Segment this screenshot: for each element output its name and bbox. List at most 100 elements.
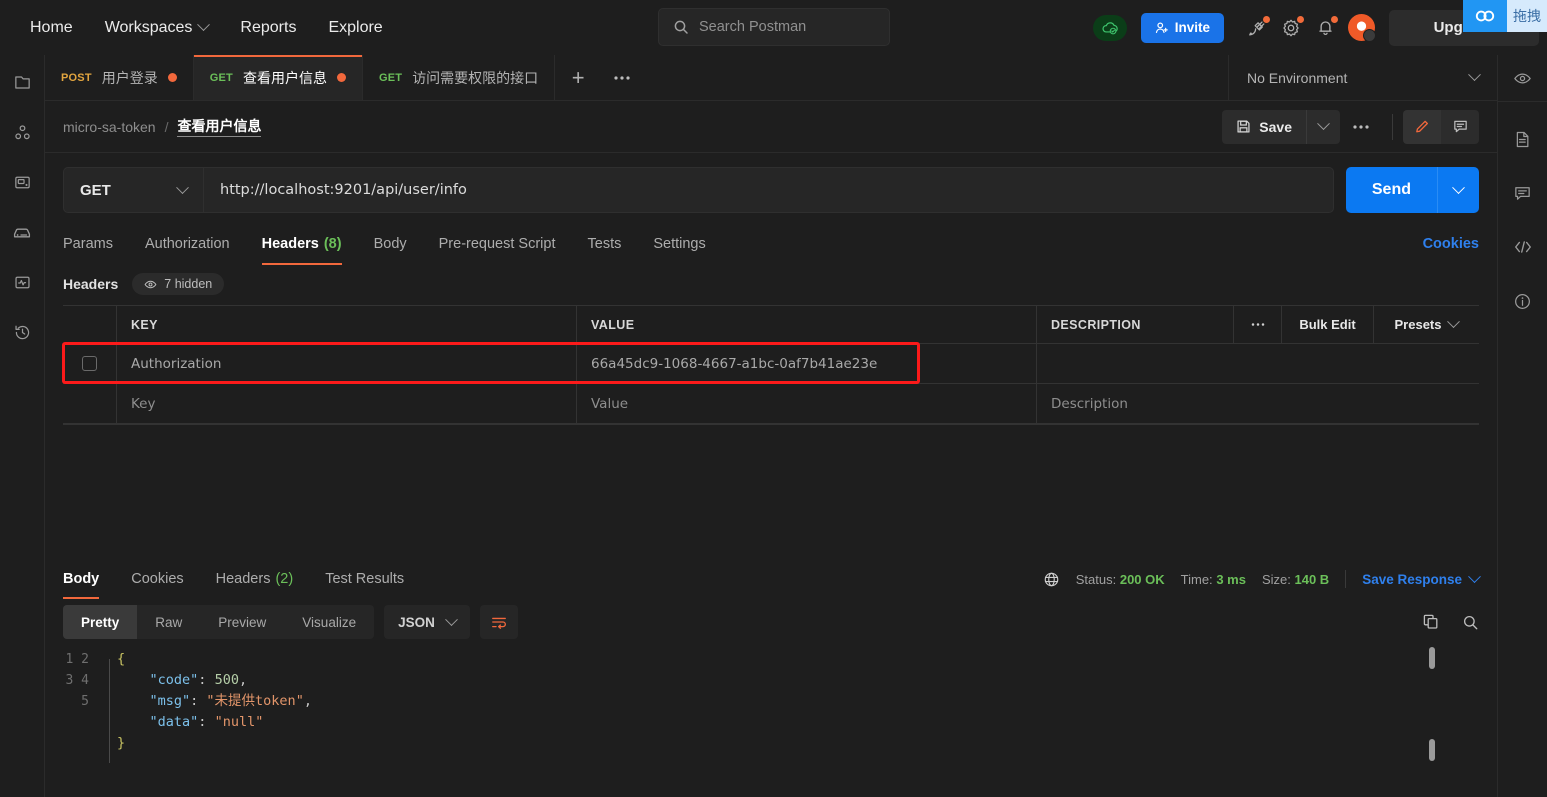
headers-table-options-icon[interactable] xyxy=(1233,306,1281,343)
request-more-options-icon[interactable] xyxy=(1340,110,1382,144)
placeholder-key-cell[interactable]: Key xyxy=(117,384,577,423)
time-label: Time: xyxy=(1180,571,1213,587)
header-checkbox-column xyxy=(63,306,117,343)
divider xyxy=(1345,570,1347,588)
row-description-cell[interactable] xyxy=(1037,344,1479,383)
cloud-sync-icon[interactable] xyxy=(1092,14,1127,41)
column-description: DESCRIPTION xyxy=(1051,317,1141,332)
request-tab-1-name: 查看用户信息 xyxy=(242,70,327,87)
request-tab-2[interactable]: GET 访问需要权限的接口 xyxy=(362,55,556,100)
view-mode-preview[interactable]: Preview xyxy=(200,605,284,639)
monitors-icon[interactable] xyxy=(9,269,35,295)
breadcrumb-current[interactable]: 查看用户信息 xyxy=(177,116,262,137)
save-button[interactable]: Save xyxy=(1222,109,1306,144)
nav-explore-label: Explore xyxy=(328,18,383,36)
tab-params[interactable]: Params xyxy=(63,223,129,265)
time-value: 3 ms xyxy=(1216,571,1246,587)
new-tab-button[interactable]: + xyxy=(555,55,601,100)
bulk-edit-button[interactable]: Bulk Edit xyxy=(1281,306,1373,343)
url-input[interactable]: http://localhost:9201/api/user/info xyxy=(203,167,1334,213)
headers-label-row: Headers 7 hidden xyxy=(45,265,1497,305)
divider xyxy=(1392,113,1393,140)
nav-reports[interactable]: Reports xyxy=(224,13,312,43)
documentation-icon[interactable] xyxy=(1510,126,1536,152)
history-icon[interactable] xyxy=(9,319,35,345)
invite-label: Invite xyxy=(1174,20,1210,35)
tab-headers-count: (8) xyxy=(323,236,342,252)
gear-icon[interactable] xyxy=(1274,11,1308,45)
code-snippet-icon[interactable] xyxy=(1510,234,1536,260)
http-method-selector[interactable]: GET xyxy=(63,167,203,213)
response-tab-body[interactable]: Body xyxy=(63,559,115,599)
global-search-input[interactable]: Search Postman xyxy=(658,8,890,46)
presets-button[interactable]: Presets xyxy=(1373,306,1479,343)
environment-selector-label: No Environment xyxy=(1247,69,1348,86)
tab-headers[interactable]: Headers (8) xyxy=(246,223,358,265)
line-number: 4 xyxy=(81,673,89,688)
mock-servers-icon[interactable] xyxy=(9,219,35,245)
apis-icon[interactable] xyxy=(9,119,35,145)
response-view-actions xyxy=(1422,613,1479,631)
request-tab-0[interactable]: POST 用户登录 xyxy=(45,55,194,100)
comment-button[interactable] xyxy=(1441,109,1479,144)
view-mode-raw[interactable]: Raw xyxy=(137,605,200,639)
status-value: 200 OK xyxy=(1119,571,1165,587)
send-button[interactable]: Send xyxy=(1345,167,1437,213)
hidden-headers-toggle[interactable]: 7 hidden xyxy=(132,273,225,295)
comments-icon[interactable] xyxy=(1510,180,1536,206)
eye-icon[interactable] xyxy=(1510,65,1536,91)
table-row[interactable]: Authorization 66a45dc9-1068-4667-a1bc-0a… xyxy=(62,342,1479,384)
view-mode-visualize[interactable]: Visualize xyxy=(284,605,374,639)
tab-pre-request-script[interactable]: Pre-request Script xyxy=(423,223,572,265)
edit-pencil-button[interactable] xyxy=(1403,109,1441,144)
invite-button[interactable]: Invite xyxy=(1140,12,1224,43)
bell-icon[interactable] xyxy=(1308,11,1342,45)
response-json: { "code": 500, "msg": "未提供token", "data"… xyxy=(117,649,1497,797)
avatar[interactable] xyxy=(1348,14,1376,42)
table-row-placeholder[interactable]: Key Value Description xyxy=(63,384,1479,424)
tab-settings[interactable]: Settings xyxy=(637,223,721,265)
request-tab-1[interactable]: GET 查看用户信息 xyxy=(193,55,363,100)
cookies-link[interactable]: Cookies xyxy=(1423,236,1479,252)
search-icon[interactable] xyxy=(1462,614,1479,631)
global-search-placeholder: Search Postman xyxy=(699,19,807,35)
view-mode-pretty[interactable]: Pretty xyxy=(63,605,138,639)
environments-icon[interactable] xyxy=(9,169,35,195)
environment-selector[interactable]: No Environment xyxy=(1229,55,1497,100)
placeholder-description-cell[interactable]: Description xyxy=(1037,384,1479,423)
satellite-icon[interactable] xyxy=(1240,11,1274,45)
scrollbar-thumb-top[interactable] xyxy=(1429,647,1435,669)
save-response-button[interactable]: Save Response xyxy=(1362,569,1481,587)
info-icon[interactable] xyxy=(1510,288,1536,314)
tab-tests[interactable]: Tests xyxy=(572,223,638,265)
response-tab-cookies[interactable]: Cookies xyxy=(115,559,199,599)
placeholder-value-cell[interactable]: Value xyxy=(577,384,1037,423)
tab-body[interactable]: Body xyxy=(358,223,423,265)
row-key-cell[interactable]: Authorization xyxy=(117,344,577,383)
code-fold-gutter[interactable] xyxy=(103,649,117,797)
row-checkbox[interactable] xyxy=(82,356,97,371)
request-tab-strip: POST 用户登录 GET 查看用户信息 GET 访问需要权限的接口 + No … xyxy=(45,55,1497,101)
copy-icon[interactable] xyxy=(1422,613,1440,631)
nav-workspaces[interactable]: Workspaces xyxy=(89,13,225,43)
send-options-button[interactable] xyxy=(1437,167,1479,213)
browser-extension-overlay[interactable]: 拖拽 xyxy=(1463,0,1547,32)
app-body: POST 用户登录 GET 查看用户信息 GET 访问需要权限的接口 + No … xyxy=(0,55,1547,797)
wrap-lines-button[interactable] xyxy=(479,605,518,639)
row-value-cell[interactable]: 66a45dc9-1068-4667-a1bc-0af7b41ae23e xyxy=(577,344,1037,383)
link-chain-icon[interactable] xyxy=(1463,0,1507,32)
response-tab-headers[interactable]: Headers (2) xyxy=(200,559,310,599)
save-options-button[interactable] xyxy=(1306,109,1340,144)
satellite-notification-dot xyxy=(1263,15,1270,23)
row-checkbox-cell[interactable] xyxy=(63,344,117,383)
breadcrumb-parent[interactable]: micro-sa-token xyxy=(63,119,156,135)
tab-authorization[interactable]: Authorization xyxy=(129,223,246,265)
response-body-viewer[interactable]: 1 2 3 4 5 { "code": 500, "msg": "未提供toke… xyxy=(45,639,1497,797)
response-tab-test-results[interactable]: Test Results xyxy=(309,559,420,599)
nav-explore[interactable]: Explore xyxy=(312,13,398,43)
scrollbar-thumb-bottom[interactable] xyxy=(1429,739,1435,761)
nav-home[interactable]: Home xyxy=(14,13,89,43)
collections-icon[interactable] xyxy=(9,69,35,95)
response-format-selector[interactable]: JSON xyxy=(384,605,470,639)
tab-options-icon[interactable] xyxy=(601,55,643,100)
